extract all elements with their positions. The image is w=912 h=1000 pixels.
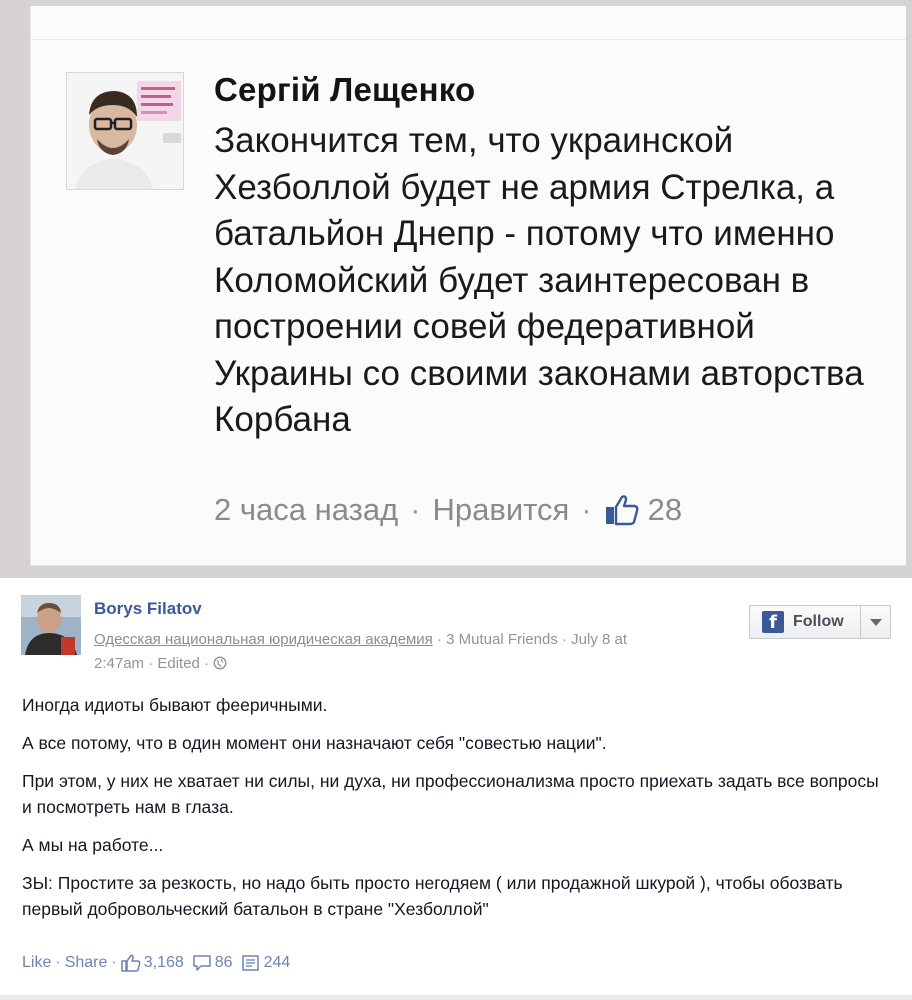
post-meta: Одесская национальная юридическая академ… bbox=[94, 628, 744, 678]
embedded-screenshot: Сергій Лещенко Закончится тем, что украи… bbox=[0, 0, 912, 578]
post-paragraph: Иногда идиоты бывают фееричными. bbox=[22, 695, 328, 715]
post-paragraph: А все потому, что в один момент они назн… bbox=[22, 733, 607, 753]
post-paragraph: ЗЫ: Простите за резкость, но надо быть п… bbox=[22, 873, 843, 919]
globe-icon bbox=[213, 654, 227, 678]
chevron-down-icon bbox=[869, 618, 882, 626]
school-link[interactable]: Одесская национальная юридическая академ… bbox=[94, 631, 433, 648]
quote-text: Закончится тем, что украинской Хезболлой… bbox=[214, 121, 864, 439]
thumbs-up-icon[interactable] bbox=[604, 494, 640, 526]
shares-count: 244 bbox=[263, 954, 291, 971]
quote-like-link[interactable]: Нравится bbox=[432, 492, 569, 528]
page-bottom-border bbox=[0, 995, 912, 1000]
post-body: Иногда идиоты бывают фееричными. А все п… bbox=[22, 692, 892, 934]
comments-count: 86 bbox=[214, 954, 233, 971]
mutual-friends-date[interactable]: · 3 Mutual Friends · July 8 at bbox=[437, 631, 627, 648]
post-actions: Like · Share · 3,168 86 244 bbox=[22, 954, 298, 972]
likes-count: 3,168 bbox=[143, 954, 184, 971]
quote-meta: 2 часа назад · Нравится · 28 bbox=[214, 492, 682, 528]
follow-main[interactable]: f Follow bbox=[750, 606, 860, 638]
thumbs-up-icon bbox=[120, 954, 141, 972]
post-paragraph: При этом, у них не хватает ни силы, ни д… bbox=[22, 771, 879, 817]
post-author-name[interactable]: Borys Filatov bbox=[94, 599, 202, 619]
quote-like-count: 28 bbox=[647, 492, 683, 527]
likes-stat[interactable]: 3,168 bbox=[120, 954, 184, 972]
shares-stat[interactable]: 244 bbox=[241, 954, 291, 972]
comment-icon bbox=[193, 955, 211, 971]
post-paragraph: А мы на работе... bbox=[22, 835, 164, 855]
follow-button[interactable]: f Follow bbox=[749, 605, 891, 639]
author-avatar bbox=[66, 72, 184, 190]
like-link[interactable]: Like bbox=[22, 954, 51, 972]
separator: · bbox=[581, 492, 592, 527]
avatar[interactable] bbox=[21, 595, 81, 655]
facebook-f-icon: f bbox=[762, 611, 784, 633]
author-photo-icon bbox=[67, 73, 183, 189]
follow-dropdown[interactable] bbox=[860, 606, 890, 638]
quote-author-name[interactable]: Сергій Лещенко bbox=[214, 71, 475, 109]
card-divider bbox=[31, 39, 906, 40]
comments-stat[interactable]: 86 bbox=[192, 954, 233, 972]
separator: · bbox=[410, 492, 421, 527]
share-link[interactable]: Share bbox=[65, 954, 108, 972]
separator: · bbox=[55, 954, 61, 971]
separator: · bbox=[111, 954, 117, 971]
post-time-edited[interactable]: 2:47am · Edited · bbox=[94, 655, 209, 672]
share-icon bbox=[241, 955, 259, 971]
profile-photo-icon bbox=[21, 595, 81, 655]
quote-time[interactable]: 2 часа назад bbox=[214, 492, 398, 528]
facebook-post: Borys Filatov Одесская национальная юрид… bbox=[0, 578, 912, 1000]
follow-label: Follow bbox=[793, 613, 844, 630]
quoted-post-card: Сергій Лещенко Закончится тем, что украи… bbox=[30, 6, 906, 566]
